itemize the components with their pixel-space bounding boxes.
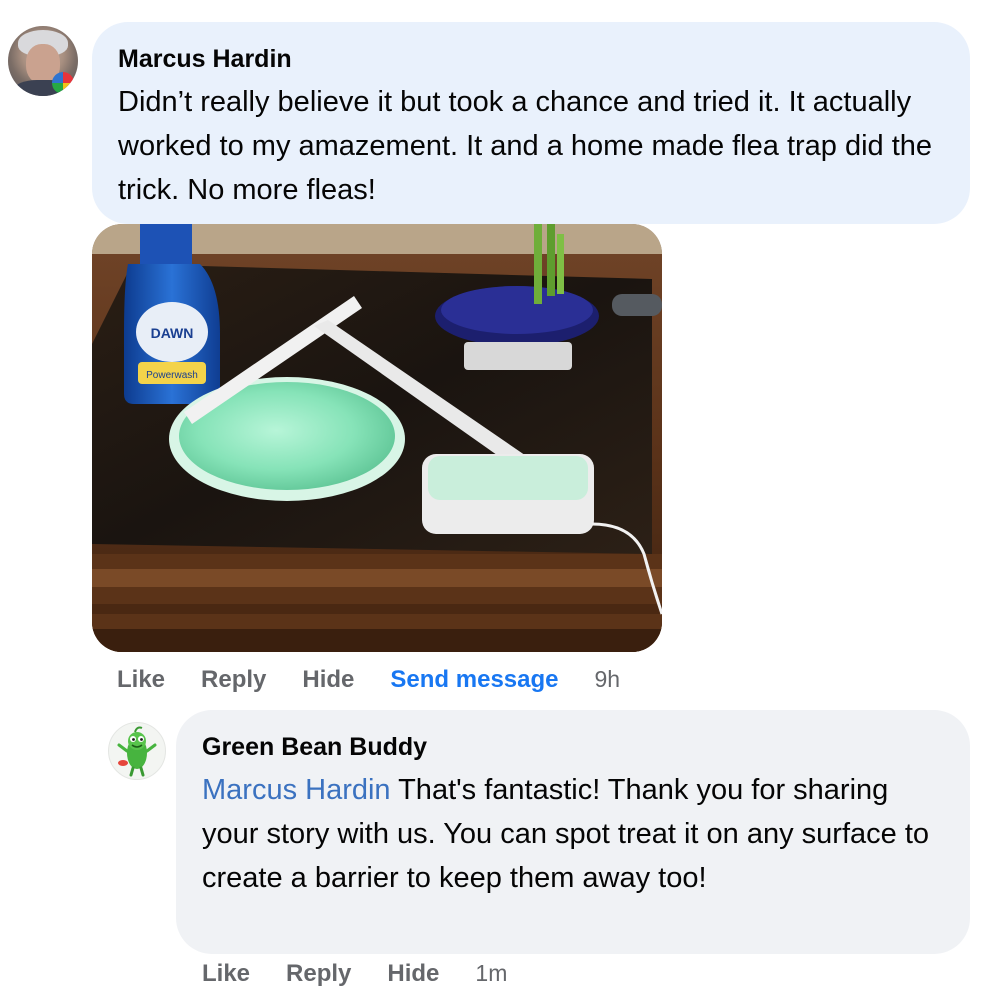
reply-bubble: Green Bean Buddy Marcus Hardin That's fa… (176, 710, 970, 954)
avatar-badge-icon (52, 72, 74, 94)
photo-illustration: DAWN Powerwash (92, 224, 662, 652)
green-bean-mascot-icon (117, 726, 157, 777)
reply-hide-button[interactable]: Hide (387, 960, 439, 988)
reply-author-name[interactable]: Green Bean Buddy (202, 732, 944, 762)
marcus-hardin-avatar[interactable] (8, 26, 78, 96)
comment-bubble: Marcus Hardin Didn’t really believe it b… (92, 22, 970, 224)
reply-reply-button[interactable]: Reply (286, 960, 351, 988)
send-message-button[interactable]: Send message (390, 666, 558, 694)
comment-text: Didn’t really believe it but took a chan… (118, 86, 933, 206)
reply-actions: Like Reply Hide 1m (202, 960, 507, 988)
bottle-label: DAWN (151, 325, 194, 341)
like-button[interactable]: Like (117, 666, 165, 694)
comment-author-name[interactable]: Marcus Hardin (118, 44, 944, 74)
green-bean-buddy-avatar[interactable] (108, 722, 166, 780)
reply-button[interactable]: Reply (201, 666, 266, 694)
reply-text: Marcus Hardin That's fantastic! Thank yo… (202, 768, 944, 900)
hide-button[interactable]: Hide (302, 666, 354, 694)
comment-timestamp[interactable]: 9h (595, 666, 621, 693)
comment-actions: Like Reply Hide Send message 9h (117, 666, 620, 694)
mention-link[interactable]: Marcus Hardin (202, 774, 391, 806)
bottle-sublabel: Powerwash (146, 370, 198, 381)
reply-like-button[interactable]: Like (202, 960, 250, 988)
comment-attached-photo[interactable]: DAWN Powerwash (92, 224, 662, 652)
reply-timestamp[interactable]: 1m (475, 960, 507, 987)
